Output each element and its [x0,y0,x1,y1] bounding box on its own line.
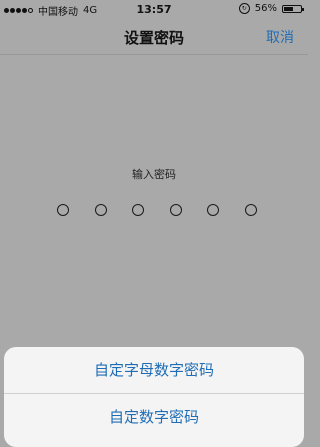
passcode-dot [57,204,69,216]
passcode-dot [169,204,182,216]
custom-numeric-code-option[interactable]: 自定数字密码 [4,394,304,440]
battery-icon [282,4,304,13]
passcode-dots [57,204,257,216]
battery-percent: 56% [254,3,277,14]
navigation-bar: 设置密码 取消 [0,18,308,55]
passcode-dot [94,204,107,216]
cancel-button[interactable]: 取消 [266,27,294,47]
passcode-dot [207,204,220,216]
rotation-lock-icon: ↻ [238,3,250,14]
action-sheet: 自定字母数字密码 自定数字密码 [4,347,304,447]
status-bar: 中国移动 4G 13:57 ↻ 56% [0,0,308,18]
passcode-dot [132,204,145,216]
passcode-prompt: 输入密码 [132,168,176,181]
status-right: ↻ 56% [238,3,304,14]
passcode-dot [244,204,257,216]
custom-alphanumeric-code-option[interactable]: 自定字母数字密码 [4,347,304,393]
page-title: 设置密码 [123,29,184,47]
